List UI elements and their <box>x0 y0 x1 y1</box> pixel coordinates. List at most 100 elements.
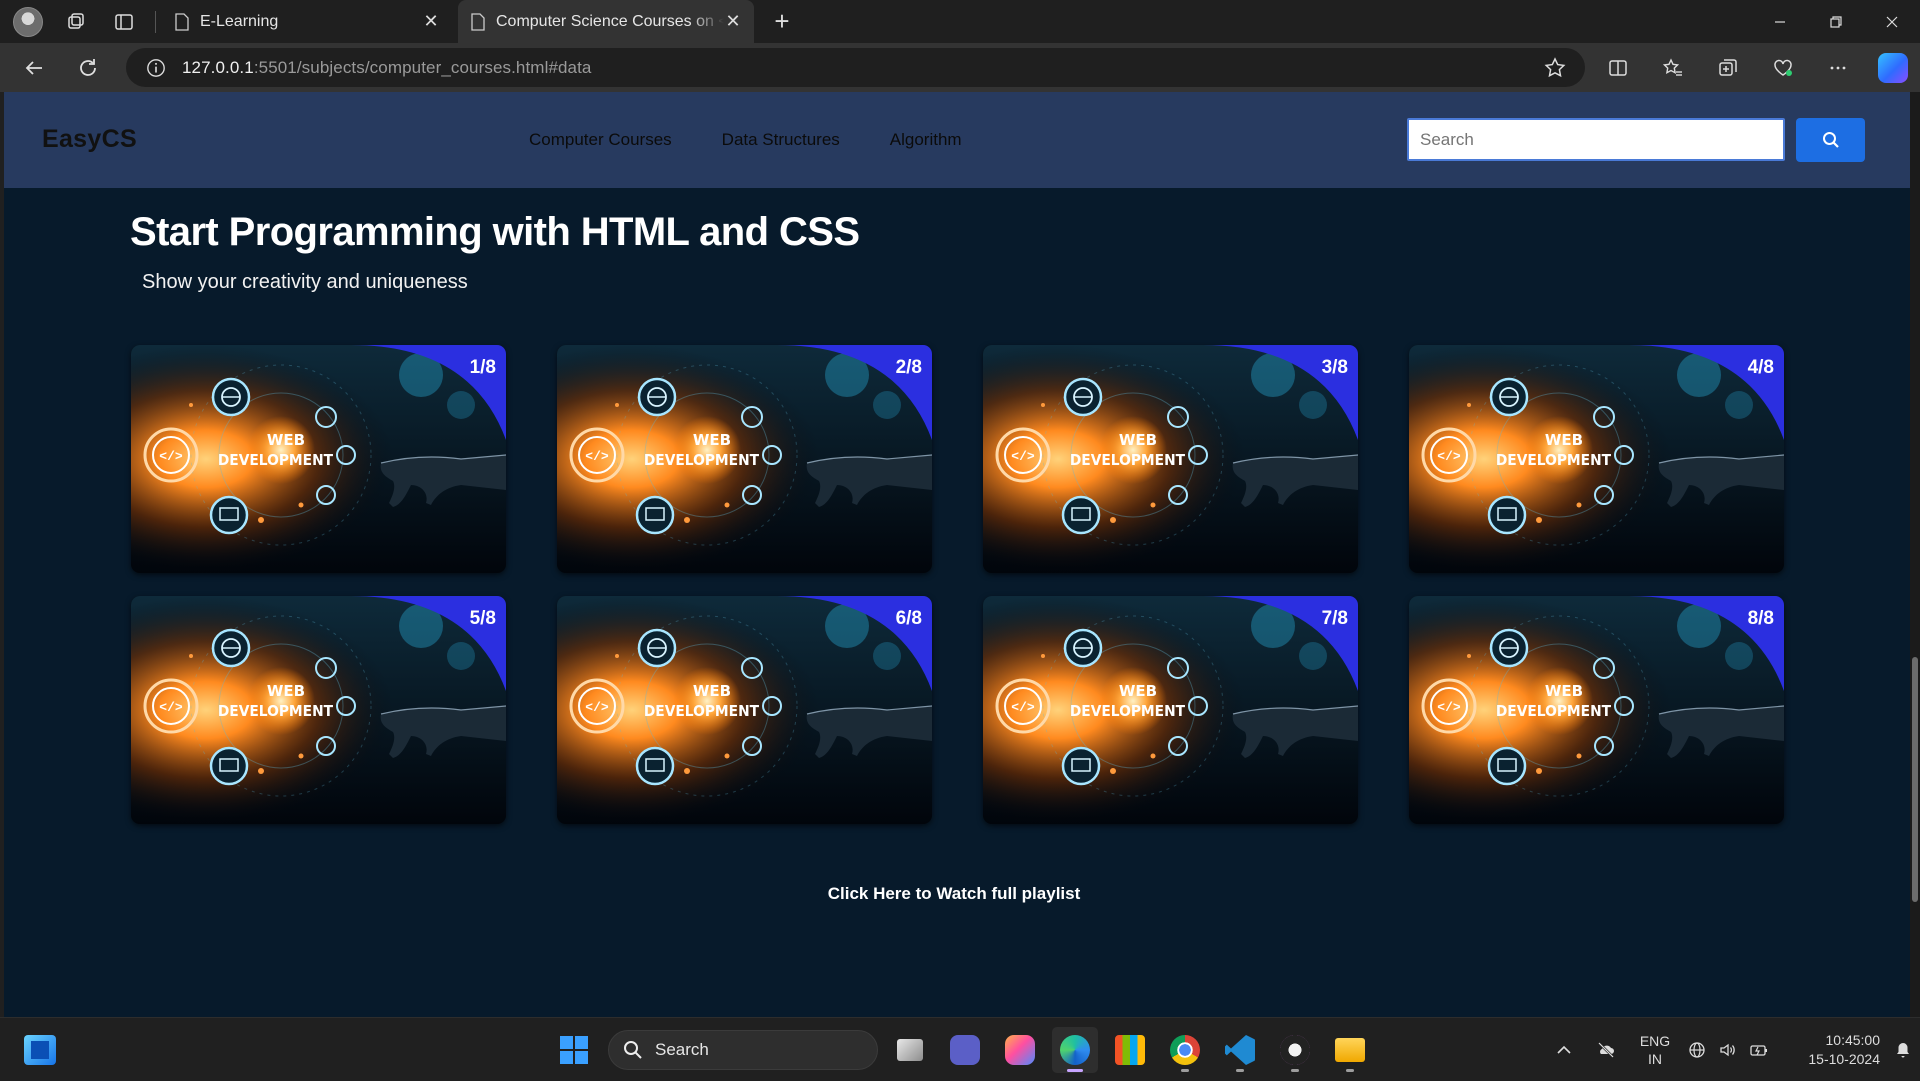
copilot-icon <box>1877 52 1908 83</box>
taskbar-search[interactable]: Search <box>608 1030 878 1070</box>
search-button[interactable] <box>1796 118 1865 162</box>
search-input[interactable] <box>1407 118 1785 161</box>
favorites-button[interactable] <box>1645 43 1700 92</box>
nav-data-structures[interactable]: Data Structures <box>722 130 840 150</box>
copilot-button[interactable] <box>1865 43 1920 92</box>
course-video-card[interactable]: </> WEB DEVELOPMENT 3/8 <box>983 345 1358 573</box>
browser-essentials-button[interactable] <box>1755 43 1810 92</box>
browser-tab-strip: E-Learning ✕ Computer Science Courses on… <box>0 0 1920 43</box>
chrome-icon <box>1170 1035 1200 1065</box>
network-icon[interactable] <box>1682 1018 1712 1081</box>
card-counter: 2/8 <box>895 357 922 378</box>
store-app[interactable] <box>1107 1027 1153 1073</box>
language-indicator[interactable]: ENG IN <box>1628 1018 1682 1081</box>
watch-playlist-label: Click Here to Watch full playlist <box>827 884 1081 903</box>
course-video-card[interactable]: </> WEB DEVELOPMENT 2/8 <box>557 345 932 573</box>
edge-app[interactable] <box>1052 1027 1098 1073</box>
card-counter: 8/8 <box>1747 608 1774 629</box>
media-player-app[interactable] <box>1272 1027 1318 1073</box>
widgets-icon[interactable] <box>24 1035 56 1065</box>
close-window-button[interactable] <box>1864 0 1920 43</box>
course-video-card[interactable]: </> WEB DEVELOPMENT 1/8 <box>131 345 506 573</box>
svg-text:</>: </> <box>1011 449 1035 464</box>
vscode-app[interactable] <box>1217 1027 1263 1073</box>
course-video-card[interactable]: </> WEB DEVELOPMENT 6/8 <box>557 596 932 824</box>
svg-text:DEVELOPMENT: DEVELOPMENT <box>1496 704 1611 721</box>
course-video-card[interactable]: </> WEB DEVELOPMENT 7/8 <box>983 596 1358 824</box>
scrollbar-thumb[interactable] <box>1912 657 1918 902</box>
onedrive-offline-icon[interactable] <box>1584 1018 1628 1081</box>
tab-computer-courses[interactable]: Computer Science Courses on <h ✕ <box>458 0 754 43</box>
svg-text:</>: </> <box>1437 700 1461 715</box>
show-hidden-icons[interactable] <box>1544 1018 1584 1081</box>
restore-button[interactable] <box>1808 0 1864 43</box>
running-indicator <box>1236 1069 1244 1072</box>
card-counter: 5/8 <box>469 608 496 629</box>
page-scrollbar[interactable] <box>1910 92 1920 1017</box>
system-tray: ENG IN 10:45:00 15-10-2024 <box>1544 1018 1920 1081</box>
collections-button[interactable] <box>1700 43 1755 92</box>
svg-text:WEB: WEB <box>1545 682 1583 700</box>
battery-icon[interactable] <box>1742 1018 1776 1081</box>
task-view-app[interactable] <box>887 1027 933 1073</box>
clock-time: 10:45:00 <box>1825 1031 1881 1048</box>
close-tab-icon[interactable]: ✕ <box>724 11 742 31</box>
split-screen-button[interactable] <box>1590 43 1645 92</box>
vertical-tabs-icon[interactable] <box>109 7 139 37</box>
back-button[interactable] <box>14 48 54 88</box>
course-video-card[interactable]: </> WEB DEVELOPMENT 5/8 <box>131 596 506 824</box>
store-icon <box>1115 1035 1145 1065</box>
web-development-thumbnail: </> WEB DEVELOPMENT <box>131 596 506 824</box>
page-title: Start Programming with HTML and CSS <box>130 210 860 254</box>
notifications-icon[interactable] <box>1886 1018 1920 1081</box>
nav-algorithm[interactable]: Algorithm <box>890 130 962 150</box>
taskbar-apps: Search <box>552 1027 1373 1073</box>
clock[interactable]: 10:45:00 15-10-2024 <box>1776 1018 1886 1081</box>
file-explorer-app[interactable] <box>1327 1027 1373 1073</box>
svg-text:WEB: WEB <box>693 431 731 449</box>
svg-text:WEB: WEB <box>267 431 305 449</box>
reload-button[interactable] <box>68 48 108 88</box>
address-bar[interactable]: 127.0.0.1:5501/subjects/computer_courses… <box>126 48 1585 87</box>
url-host: 127.0.0.1 <box>182 57 254 77</box>
svg-text:</>: </> <box>1437 449 1461 464</box>
course-video-card[interactable]: </> WEB DEVELOPMENT 4/8 <box>1409 345 1784 573</box>
site-nav: Computer Courses Data Structures Algorit… <box>529 130 962 150</box>
browser-toolbar: 127.0.0.1:5501/subjects/computer_courses… <box>0 43 1920 92</box>
new-tab-button[interactable]: + <box>764 4 800 40</box>
url-text[interactable]: 127.0.0.1:5501/subjects/computer_courses… <box>182 58 592 78</box>
back-arrow-icon <box>25 60 42 75</box>
site-info-icon[interactable] <box>144 56 168 80</box>
language-code: ENG <box>1639 1032 1671 1049</box>
profile-avatar[interactable] <box>13 6 43 37</box>
tab-separator <box>155 10 156 33</box>
more-options-button[interactable] <box>1810 43 1865 92</box>
card-counter: 3/8 <box>1321 357 1348 378</box>
start-button[interactable] <box>552 1028 596 1072</box>
clock-date: 15-10-2024 <box>1808 1050 1880 1067</box>
nav-computer-courses[interactable]: Computer Courses <box>529 130 672 150</box>
task-view-icon <box>897 1039 923 1061</box>
course-video-card[interactable]: </> WEB DEVELOPMENT 8/8 <box>1409 596 1784 824</box>
svg-text:DEVELOPMENT: DEVELOPMENT <box>1496 453 1611 470</box>
teams-app[interactable] <box>942 1027 988 1073</box>
window-controls <box>1752 0 1920 43</box>
copilot-app[interactable] <box>997 1027 1043 1073</box>
site-logo[interactable]: EasyCS <box>42 125 137 154</box>
language-region: IN <box>1648 1050 1662 1067</box>
page-icon <box>175 12 189 31</box>
svg-text:DEVELOPMENT: DEVELOPMENT <box>218 453 333 470</box>
favorite-star-icon[interactable] <box>1543 56 1567 80</box>
chrome-app[interactable] <box>1162 1027 1208 1073</box>
tab-title: Computer Science Courses on <h <box>496 12 724 30</box>
tab-e-learning[interactable]: E-Learning ✕ <box>162 0 452 43</box>
workspaces-icon[interactable] <box>61 7 91 37</box>
svg-text:WEB: WEB <box>1119 431 1157 449</box>
watch-playlist-link[interactable]: Click Here to Watch full playlist <box>4 884 1910 904</box>
minimize-button[interactable] <box>1752 0 1808 43</box>
taskbar-search-label: Search <box>655 1040 709 1059</box>
web-development-thumbnail: </> WEB DEVELOPMENT <box>557 596 932 824</box>
site-header: EasyCS Computer Courses Data Structures … <box>4 92 1910 188</box>
close-tab-icon[interactable]: ✕ <box>422 11 440 31</box>
volume-icon[interactable] <box>1712 1018 1742 1081</box>
